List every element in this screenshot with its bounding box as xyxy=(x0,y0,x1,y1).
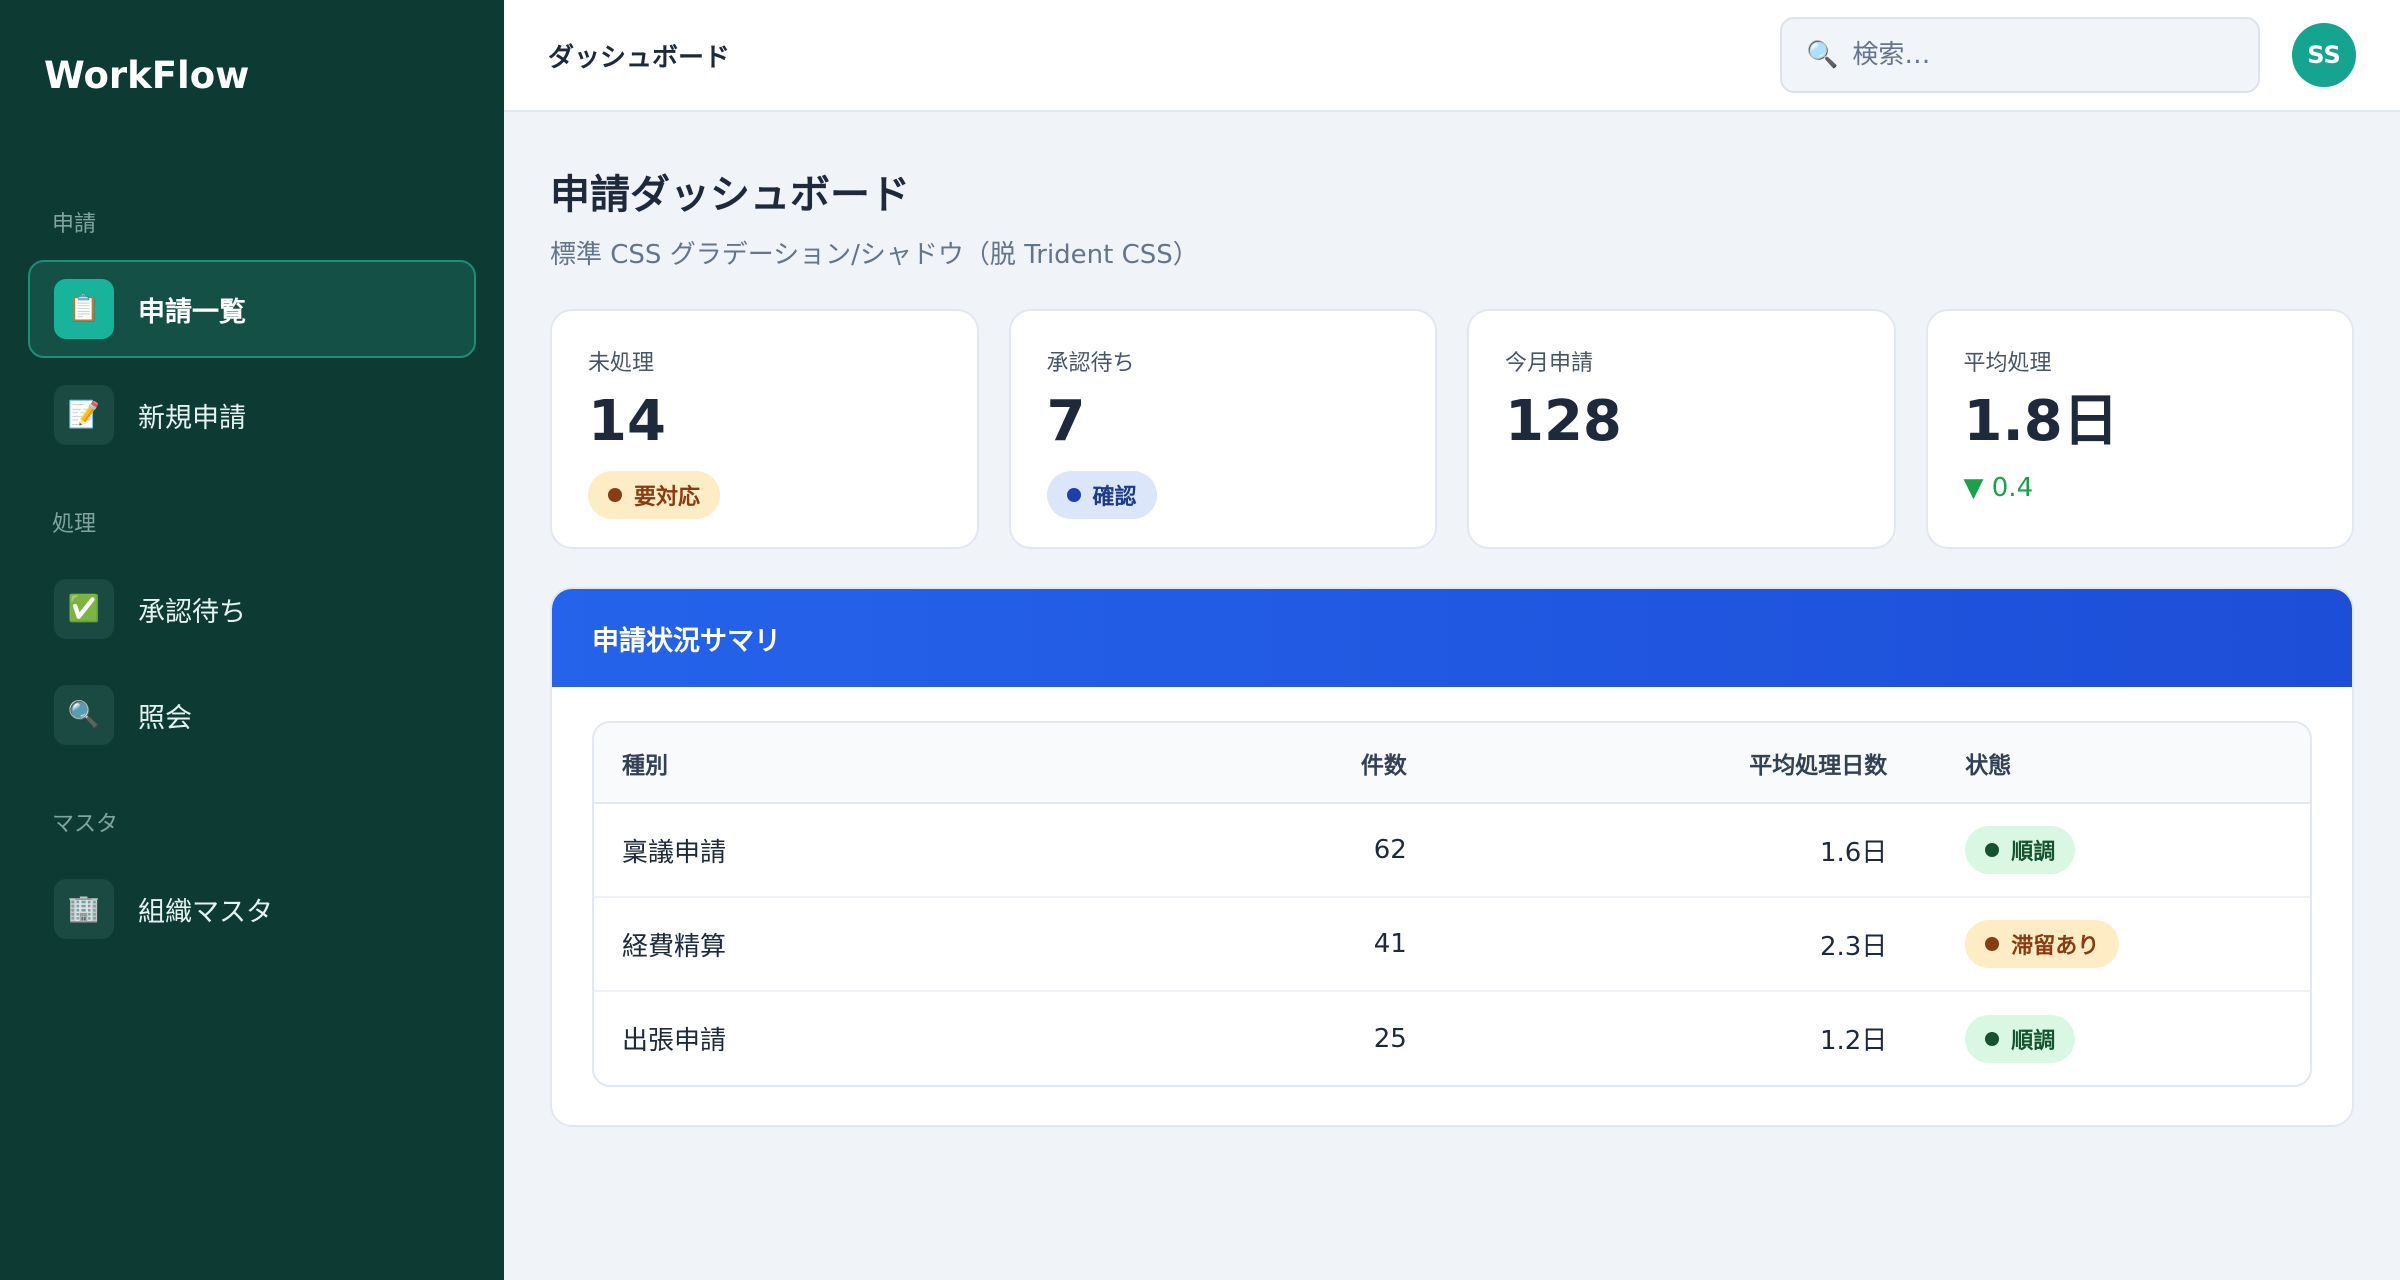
status-badge: 順調 xyxy=(1965,1014,2076,1063)
cell-status: 滞留あり xyxy=(1915,897,2310,992)
summary-table: 種別 件数 平均処理日数 状態 稟議申請 62 1.6日 順調 経費精算 41 2.3日 滞留… xyxy=(594,723,2310,1085)
status-dot-icon xyxy=(1985,1031,2000,1046)
page-subtitle: 標準 CSS グラデーション/シャドウ（脱 Trident CSS） xyxy=(550,240,1199,270)
cell-status: 順調 xyxy=(1915,991,2310,1085)
memo-icon: 📝 xyxy=(54,385,114,445)
cell-count: 41 xyxy=(1057,897,1435,992)
content: 申請ダッシュボード 標準 CSS グラデーション/シャドウ（脱 Trident … xyxy=(504,112,2400,1127)
stat-card: 未処理 14 要対応 xyxy=(550,309,979,549)
stat-card: 平均処理 1.8日 ▼ 0.4 xyxy=(1925,309,2354,549)
app-root: WorkFlow 申請 📋 申請一覧 📝 新規申請処理 ✅ 承認待ち 🔍 照会マスタ 🏢 組織マスタ… xyxy=(0,0,2400,1280)
search-box[interactable]: 🔍 xyxy=(1780,17,2260,93)
status-badge: 順調 xyxy=(1965,826,2076,874)
status-dot-icon xyxy=(1985,937,2000,951)
column-header-days[interactable]: 平均処理日数 xyxy=(1434,723,1916,804)
building-icon: 🏢 xyxy=(54,879,114,939)
status-badge-label: 順調 xyxy=(2011,1028,2056,1054)
stat-label: 承認待ち xyxy=(1046,351,1135,376)
stat-card: 今月申請 128 xyxy=(1467,309,1896,549)
brand-logo[interactable]: WorkFlow xyxy=(28,0,476,176)
sidebar-nav: 申請 📋 申請一覧 📝 新規申請処理 ✅ 承認待ち 🔍 照会マスタ 🏢 組織マスタ xyxy=(28,176,476,958)
status-dot-icon xyxy=(1985,843,2000,857)
summary-panel-header: 申請状況サマリ xyxy=(552,589,2352,687)
status-badge-label: 滞留あり xyxy=(2011,934,2100,959)
sidebar-item[interactable]: 📋 申請一覧 xyxy=(28,260,476,358)
cell-days: 1.6日 xyxy=(1434,803,1916,898)
status-badge: 確認 xyxy=(1046,470,1157,519)
search-icon: 🔍 xyxy=(54,685,114,745)
stat-label: 未処理 xyxy=(588,351,655,376)
summary-table-head: 種別 件数 平均処理日数 状態 xyxy=(594,723,2310,804)
status-dot-icon xyxy=(608,487,622,502)
search-icon: 🔍 xyxy=(1806,40,1839,70)
clipboard-icon: 📋 xyxy=(54,279,114,339)
column-header-count[interactable]: 件数 xyxy=(1057,723,1435,804)
sidebar-item-label: 承認待ち xyxy=(138,596,246,628)
summary-panel: 申請状況サマリ 種別 件数 平均処理日数 状態 稟議申請 62 1.6日 順調 経費精算… xyxy=(550,587,2354,1127)
sidebar-item-label: 申請一覧 xyxy=(138,296,246,328)
sidebar-item[interactable]: ✅ 承認待ち xyxy=(28,560,476,658)
user-avatar[interactable]: SS xyxy=(2292,23,2356,87)
status-badge-label: 確認 xyxy=(1092,484,1137,510)
status-badge-label: 要対応 xyxy=(634,484,701,510)
cell-type: 経費精算 xyxy=(594,897,1058,992)
page-title: 申請ダッシュボード xyxy=(550,172,910,218)
main-area: ダッシュボード 🔍 SS 申請ダッシュボード 標準 CSS グラデーション/シャ… xyxy=(504,0,2400,1280)
cell-count: 62 xyxy=(1057,803,1435,898)
sidebar-item[interactable]: 🔍 照会 xyxy=(28,666,476,764)
sidebar-item[interactable]: 📝 新規申請 xyxy=(28,366,476,464)
status-badge: 滞留あり xyxy=(1965,920,2120,968)
stat-value: 7 xyxy=(1046,389,1086,454)
stat-label: 今月申請 xyxy=(1505,351,1594,376)
status-badge-label: 順調 xyxy=(2011,840,2056,865)
stat-cards: 未処理 14 要対応 承認待ち 7 確認 今月申請 128 平均処理 1.8日 ▼ 0.4 xyxy=(550,309,2354,549)
stat-card: 承認待ち 7 確認 xyxy=(1008,309,1437,549)
trend-indicator: ▼ 0.4 xyxy=(1963,472,2034,503)
sidebar-item-label: 新規申請 xyxy=(138,402,246,434)
nav-section-title: マスタ xyxy=(52,812,119,837)
table-row[interactable]: 経費精算 41 2.3日 滞留あり xyxy=(594,897,2310,992)
status-dot-icon xyxy=(1066,487,1081,502)
sidebar: WorkFlow 申請 📋 申請一覧 📝 新規申請処理 ✅ 承認待ち 🔍 照会マスタ 🏢 組織マスタ xyxy=(0,0,504,1280)
checkmark-icon: ✅ xyxy=(54,579,114,639)
sidebar-item[interactable]: 🏢 組織マスタ xyxy=(28,860,476,958)
stat-label: 平均処理 xyxy=(1963,351,2052,376)
column-header-type[interactable]: 種別 xyxy=(594,723,1058,804)
sidebar-item-label: 組織マスタ xyxy=(138,896,273,928)
cell-type: 稟議申請 xyxy=(594,803,1058,898)
nav-section-title: 申請 xyxy=(52,212,97,237)
search-input[interactable] xyxy=(1852,40,2234,70)
cell-status: 順調 xyxy=(1915,803,2310,898)
summary-table-wrap: 種別 件数 平均処理日数 状態 稟議申請 62 1.6日 順調 経費精算 41 2.3日 滞留… xyxy=(592,721,2312,1087)
nav-section-title: 処理 xyxy=(52,512,97,537)
cell-count: 25 xyxy=(1373,1023,1407,1054)
stat-value: 128 xyxy=(1505,389,1622,454)
table-row[interactable]: 稟議申請 62 1.6日 順調 xyxy=(594,803,2310,898)
cell-type: 出張申請 xyxy=(622,1026,727,1056)
stat-value: 14 xyxy=(588,389,666,454)
summary-table-body: 稟議申請 62 1.6日 順調 経費精算 41 2.3日 滞留あり 出張申請 25 1.2日 順調 xyxy=(594,803,2310,1085)
stat-value: 1.8日 xyxy=(1963,389,2119,454)
table-row[interactable]: 出張申請 25 1.2日 順調 xyxy=(594,991,2310,1085)
sidebar-item-label: 照会 xyxy=(138,702,192,734)
topbar-title: ダッシュボード xyxy=(548,42,731,73)
cell-days: 1.2日 xyxy=(1819,1026,1888,1056)
cell-days: 2.3日 xyxy=(1434,897,1916,992)
status-badge: 要対応 xyxy=(588,470,721,519)
column-header-status[interactable]: 状態 xyxy=(1915,723,2310,804)
topbar: ダッシュボード 🔍 SS xyxy=(504,0,2400,112)
summary-header-row: 種別 件数 平均処理日数 状態 xyxy=(594,723,2310,804)
